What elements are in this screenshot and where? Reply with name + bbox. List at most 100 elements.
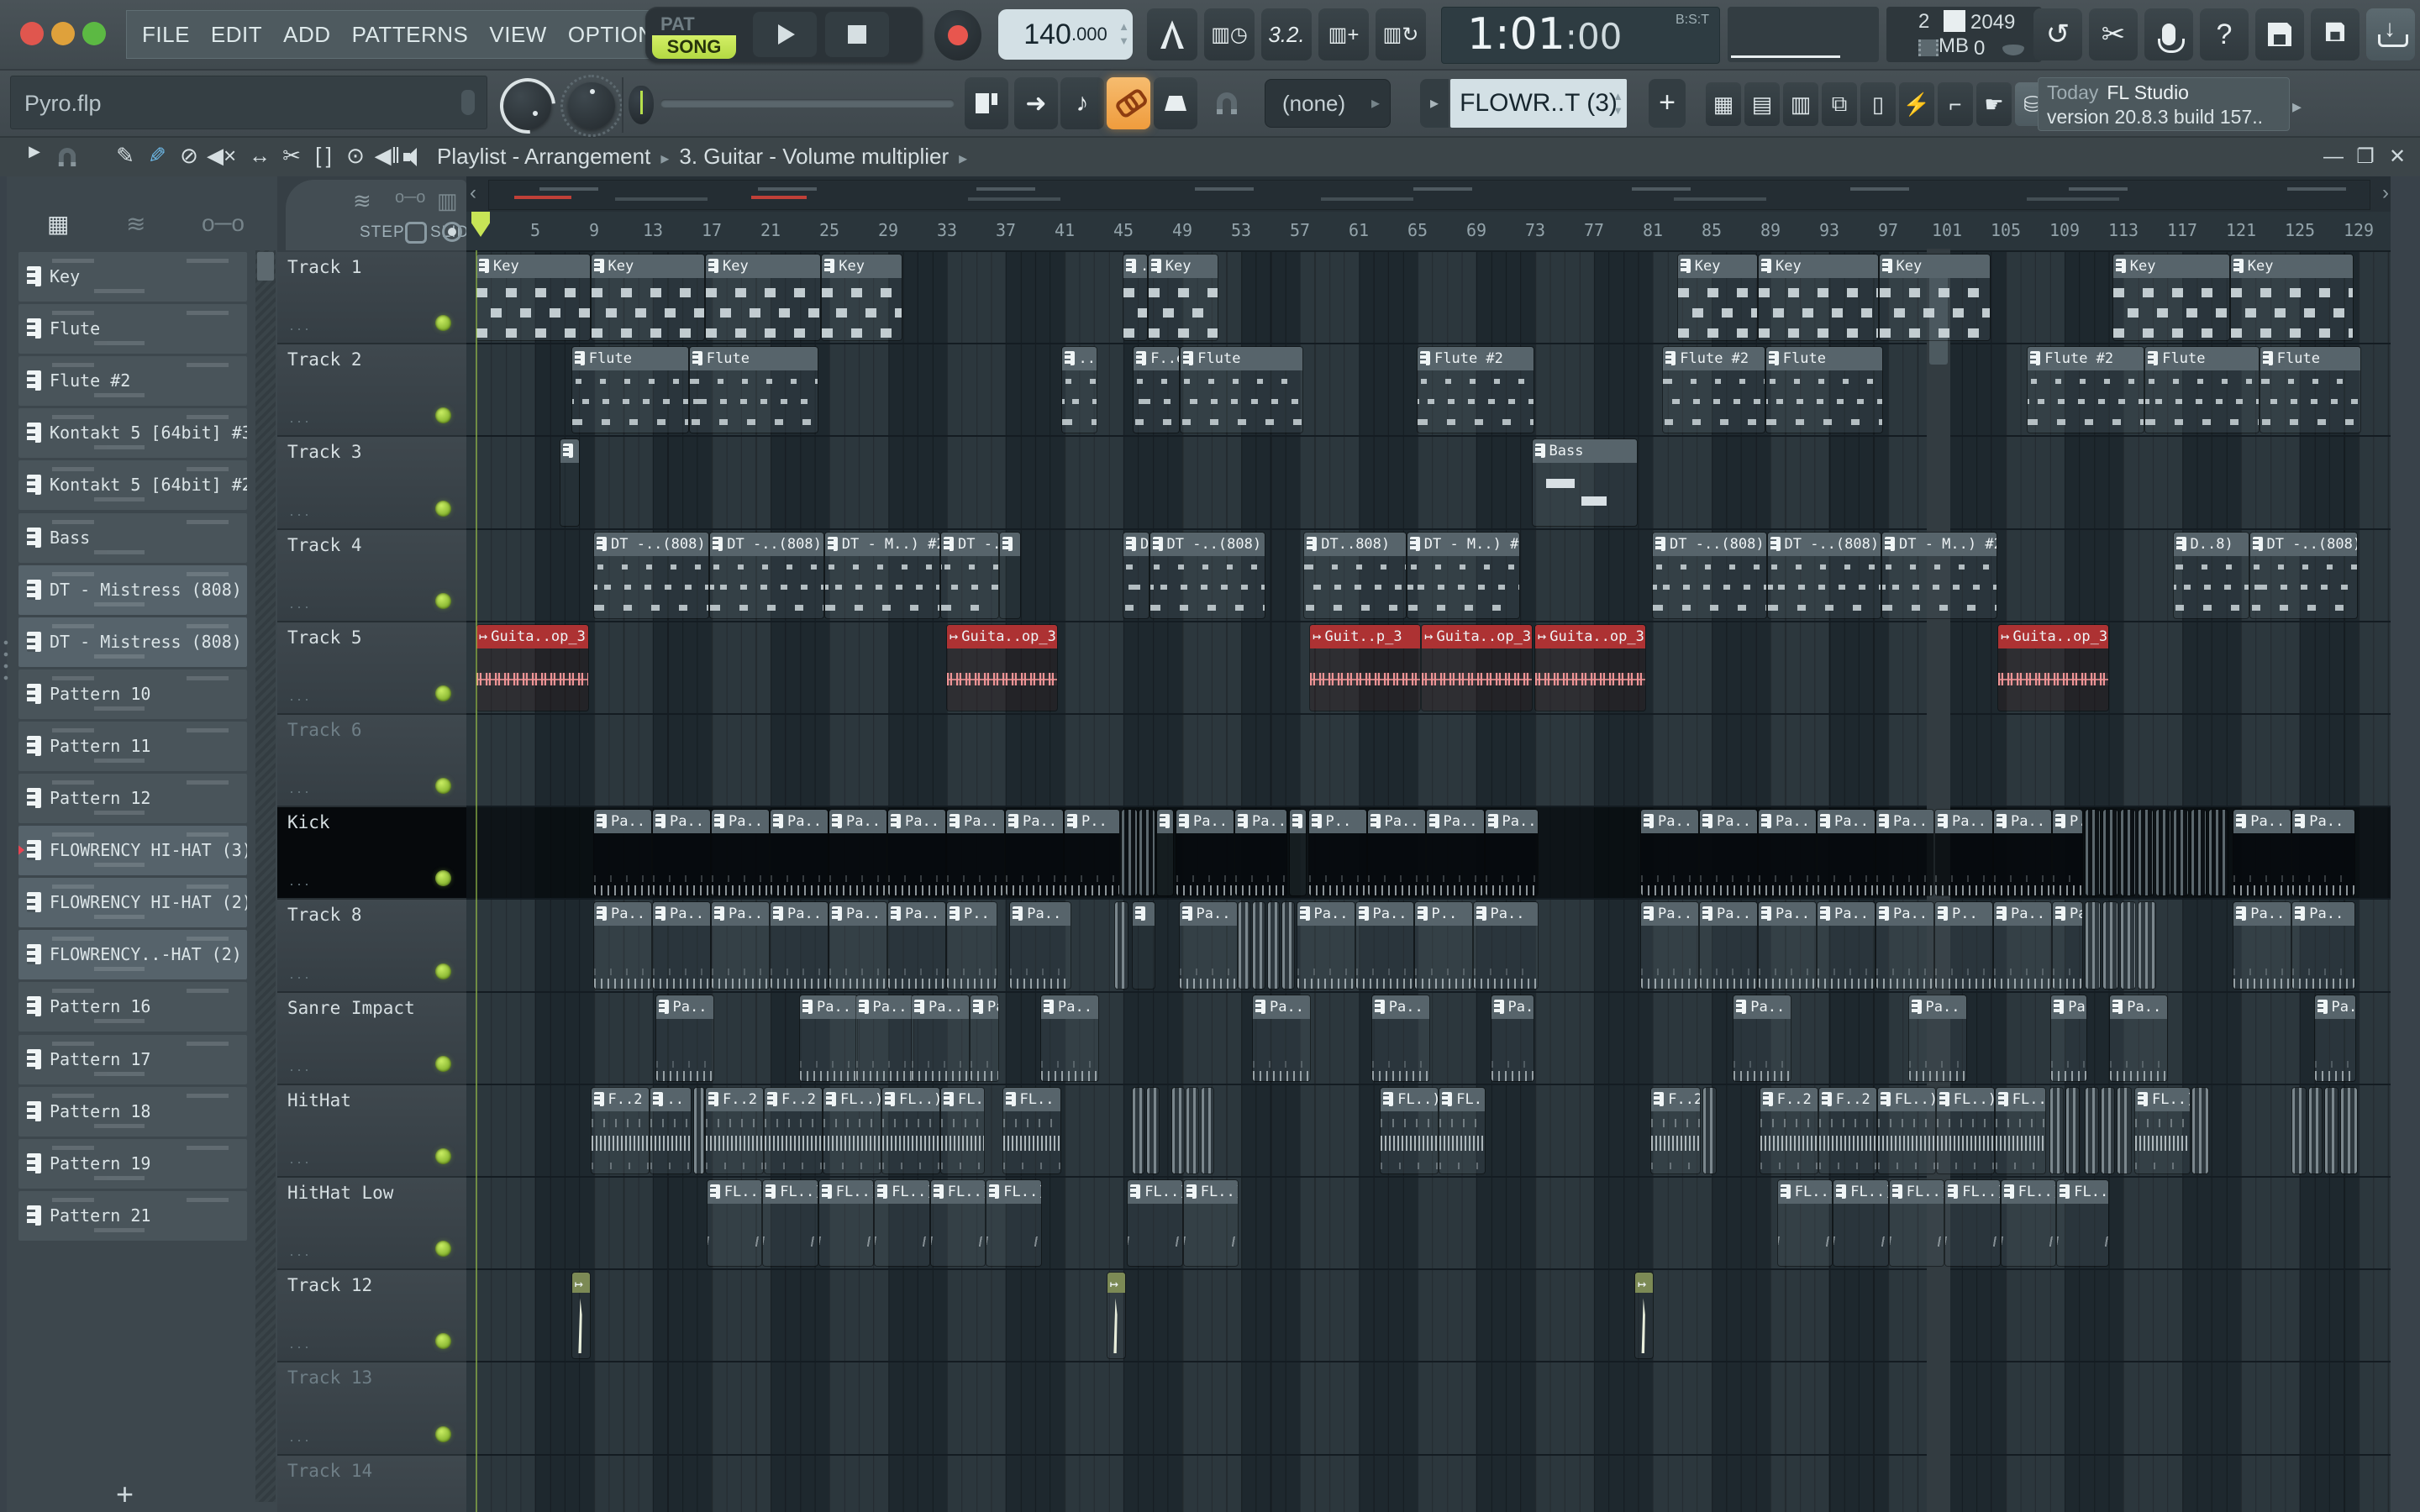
project-picker-button[interactable]: ▯ [1860, 82, 1896, 126]
track-options-dots[interactable]: ··· [289, 320, 312, 338]
picker-add-button[interactable]: + [116, 1477, 134, 1512]
pattern-clip[interactable]: FL..) [930, 1180, 986, 1267]
pattern-clip[interactable] [2341, 1087, 2357, 1173]
pattern-clip[interactable]: Pa.. [829, 902, 886, 989]
pattern-clip[interactable]: FL..) [823, 1087, 881, 1173]
track-enable-led[interactable] [435, 1055, 451, 1072]
pattern-clip[interactable]: F..2 [765, 1087, 822, 1173]
track-header[interactable]: Track 12 ··· [277, 1270, 466, 1363]
pattern-clip[interactable]: Pa.. [712, 902, 769, 989]
pattern-clip[interactable]: FL.. [941, 1087, 984, 1173]
pattern-clip[interactable]: F..2 [591, 1087, 649, 1173]
pattern-item[interactable]: Kontakt 5 [64bit] #3 [18, 408, 247, 459]
pattern-clip[interactable]: Pa.. [2233, 902, 2291, 989]
tempo-spinner[interactable]: ▲ ▼ [1118, 19, 1129, 48]
pattern-clip[interactable]: FL..) [2135, 1087, 2190, 1173]
picker-tab-automation-icon[interactable]: o─o [202, 210, 245, 237]
track-options-dots[interactable]: ··· [289, 969, 312, 986]
typing-keyboard-button[interactable] [1154, 77, 1197, 129]
pattern-item[interactable]: Pattern 10 [18, 669, 247, 719]
pattern-clip[interactable]: FL..) [1128, 1180, 1182, 1267]
pattern-clip[interactable]: Pa.. [1235, 810, 1286, 896]
pattern-clip[interactable]: Pa.. [2292, 902, 2354, 989]
track-enable-led[interactable] [435, 1147, 451, 1164]
pattern-clip[interactable] [1157, 810, 1174, 896]
pattern-clip[interactable]: FL..) [1833, 1180, 1888, 1267]
pattern-item[interactable]: Pattern 16 [18, 982, 247, 1032]
picker-tab-audio-icon[interactable]: ≋ [126, 210, 145, 238]
pattern-clip[interactable]: FL..) [707, 1180, 762, 1267]
pattern-clip[interactable]: FL..) [1889, 1180, 1944, 1267]
audio-clip[interactable]: ↦ Guita..op_3 [476, 624, 588, 711]
delete-tool-icon[interactable]: ⊘ [175, 143, 203, 169]
playlist-view-button[interactable]: ▦ [1706, 82, 1741, 126]
pattern-clip[interactable]: D..8) [2173, 532, 2249, 618]
picker-tab-patterns-icon[interactable]: ▦ [47, 210, 69, 238]
pattern-clip[interactable]: Pa.. [1818, 810, 1875, 896]
track-enable-led[interactable] [435, 870, 451, 887]
pattern-clip[interactable]: Flute [2260, 347, 2360, 433]
pattern-clip[interactable]: Flute [2145, 347, 2259, 433]
pattern-clip[interactable]: FL..) [1439, 1087, 1486, 1173]
pattern-item[interactable]: FLOWRENCY..-HAT (2) #2 [18, 930, 247, 980]
audio-clip[interactable]: ↦ [1635, 1273, 1653, 1359]
pattern-clip[interactable] [2292, 1087, 2306, 1173]
pattern-clip[interactable] [1282, 902, 1294, 989]
pattern-clip[interactable] [1122, 810, 1137, 896]
pattern-clip[interactable] [2085, 810, 2100, 896]
slice-tool-icon[interactable]: ✂ [277, 143, 306, 169]
pattern-clip[interactable]: Pa.. [1473, 902, 1539, 989]
metronome-button[interactable] [1147, 8, 1197, 60]
pattern-clip[interactable]: FL..) [986, 1180, 1041, 1267]
pattern-clip[interactable] [1289, 810, 1306, 896]
pattern-item[interactable]: FLOWRENCY HI-HAT (2) [18, 878, 247, 928]
picker-scrollbar[interactable] [255, 250, 276, 1502]
pattern-clip[interactable]: Pa.. [1818, 902, 1875, 989]
countdown-button[interactable]: 3.2. [1261, 8, 1312, 60]
scroll-right-icon[interactable]: › [2382, 181, 2389, 205]
menu-item-patterns[interactable]: PATTERNS [352, 22, 469, 48]
pattern-clip[interactable]: Pa.. [594, 810, 651, 896]
record-audio-button[interactable] [2144, 8, 2193, 60]
pattern-clip[interactable]: DT - M..) #2 [824, 532, 939, 618]
track-enable-led[interactable] [435, 500, 451, 517]
track-enable-led[interactable] [435, 1425, 451, 1442]
export-button[interactable] [2366, 8, 2415, 60]
pattern-clip[interactable] [2173, 810, 2188, 896]
record-button[interactable] [934, 10, 981, 60]
menu-item-edit[interactable]: EDIT [211, 22, 262, 48]
pattern-clip[interactable]: Pa.. [1367, 810, 1425, 896]
pattern-clip[interactable]: P.. [1065, 810, 1119, 896]
pattern-clip[interactable]: FL..) [818, 1180, 874, 1267]
track-enable-led[interactable] [435, 1241, 451, 1257]
pattern-clip[interactable]: Pa.. [712, 810, 769, 896]
pattern-clip[interactable] [2102, 902, 2118, 989]
zoom-tool-icon[interactable]: ⊙ [341, 143, 370, 169]
save-button[interactable] [2255, 8, 2304, 60]
traffic-zoom-icon[interactable] [82, 22, 106, 45]
playlist-snap-icon[interactable] [58, 147, 76, 167]
audio-clip[interactable]: ↦ Guit..p_3 [1310, 624, 1421, 711]
playlist-grid[interactable]: ‹ › 5 9 13 17 21 25 29 33 37 41 45 49 53 57 61 65 69 73 77… [466, 176, 2391, 1512]
pattern-clip[interactable]: P.. [947, 902, 997, 989]
pattern-clip[interactable]: Pa.. [1935, 810, 1992, 896]
snap-selector[interactable]: (none) ▸ [1265, 79, 1391, 128]
time-display[interactable]: 1:01:00 B:S:T [1441, 7, 1720, 64]
undo-button[interactable]: ↺ [2033, 8, 2082, 60]
picker-scrollbar-thumb[interactable] [257, 252, 274, 281]
track-header[interactable]: Track 8 ··· [277, 900, 466, 993]
pattern-clip[interactable]: Pa.. [1485, 810, 1539, 896]
track-enable-led[interactable] [435, 685, 451, 701]
pattern-clip[interactable]: Flute [571, 347, 688, 433]
pattern-clip[interactable] [2208, 810, 2228, 896]
pattern-clip[interactable]: Key [1148, 255, 1218, 341]
slide-radio[interactable] [442, 222, 462, 242]
automation-tab-icon[interactable]: o─o [395, 188, 425, 207]
pattern-clip[interactable] [1201, 1087, 1213, 1173]
pattern-clip[interactable]: Flute [1765, 347, 1882, 433]
tempo-display[interactable]: 140.000 ▲ ▼ [998, 9, 1133, 60]
pattern-clip[interactable]: DT -..(808) [1767, 532, 1881, 618]
playlist-overview-strip[interactable] [488, 180, 2370, 210]
track-options-dots[interactable]: ··· [289, 1246, 312, 1263]
shuffle-slider-knob[interactable] [629, 86, 654, 124]
